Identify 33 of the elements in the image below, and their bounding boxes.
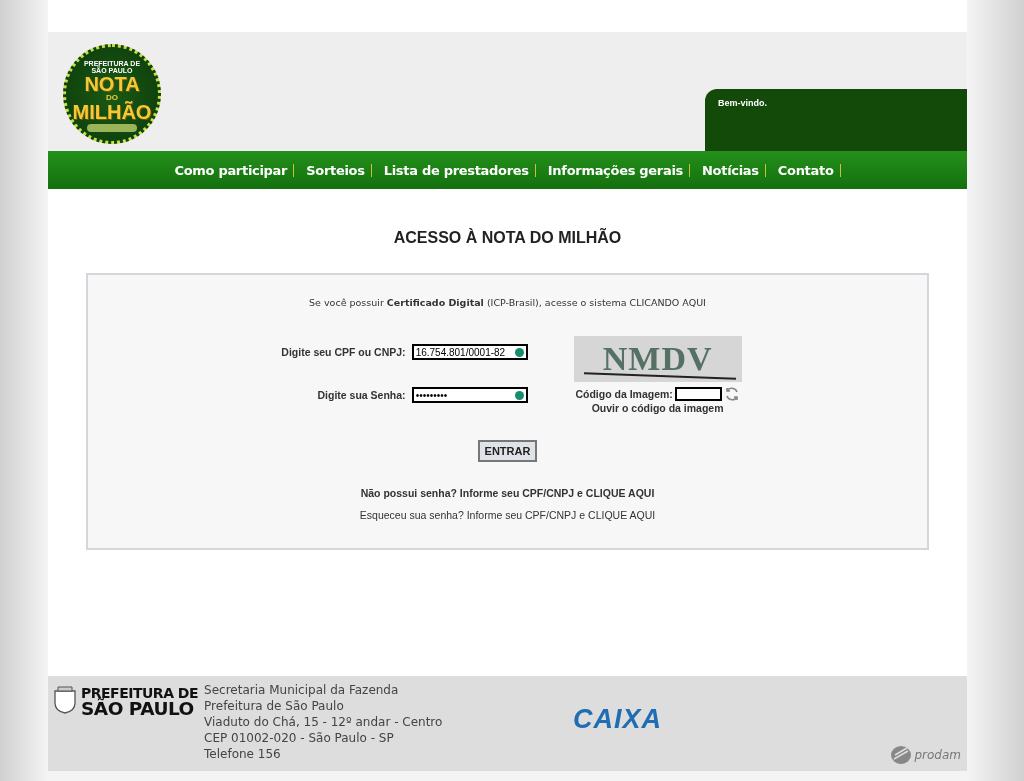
refresh-icon[interactable] [723,386,740,402]
address-line: Telefone 156 [204,746,282,762]
page-title: ACESSO À NOTA DO MILHÃO [393,229,622,247]
input-field[interactable]: 16.754.801/0001-82 [411,344,528,360]
address-line: Viaduto do Chá, 15 - 12º andar - Centro [204,714,443,730]
logo-title: DO [106,94,118,103]
field-label: Digite seu CPF ou CNPJ: [281,346,406,358]
nav-link[interactable]: Informações gerais [541,163,691,177]
certificate-notice: Se você possuir Certificado Digital (ICP-Brasil), acesse o sistema CLICANDO AQUI [309,297,706,308]
logo-title: NOTA [84,74,140,95]
nav-link[interactable]: Como participar [168,163,295,177]
forgot-password-link[interactable]: Esqueceu sua senha? Informe seu CPF/CNPJ e CLIQUE AQUI [359,509,656,521]
captcha-image: NMDV [573,336,742,382]
welcome-text: Bem-vindo. [718,98,767,108]
address-line: Secretaria Municipal da Fazenda [204,682,400,698]
coat-of-arms-icon [53,685,77,715]
nav-link[interactable]: Sorteios [300,163,372,177]
input-field[interactable]: ••••••••• [411,387,528,403]
nav-link[interactable]: Contato [771,163,841,177]
logo-title: MILHÃO [72,102,152,123]
address-line: CEP 01002-020 - São Paulo - SP [204,730,395,746]
captcha-input-field[interactable] [674,387,722,401]
field-label: Código da Imagem: [575,388,673,400]
nav-link[interactable]: Lista de prestadores [377,163,536,177]
partner-logo: prodam [914,748,961,762]
submit-button[interactable]: ENTRAR [477,440,538,462]
audio-code-link[interactable]: Ouvir o código da imagem [591,402,724,414]
address-line: Prefeitura de São Paulo [204,698,345,714]
nav-link[interactable]: Notícias [696,163,766,177]
bank-logo: CAIXA [573,704,662,735]
city-hall-logo: PREFEITURA DE SÃO PAULO [81,686,199,721]
no-password-link[interactable]: Não possui senha? Informe seu CPF/CNPJ e CLIQUE AQUI [360,487,655,499]
field-label: Digite sua Senha: [317,389,406,401]
